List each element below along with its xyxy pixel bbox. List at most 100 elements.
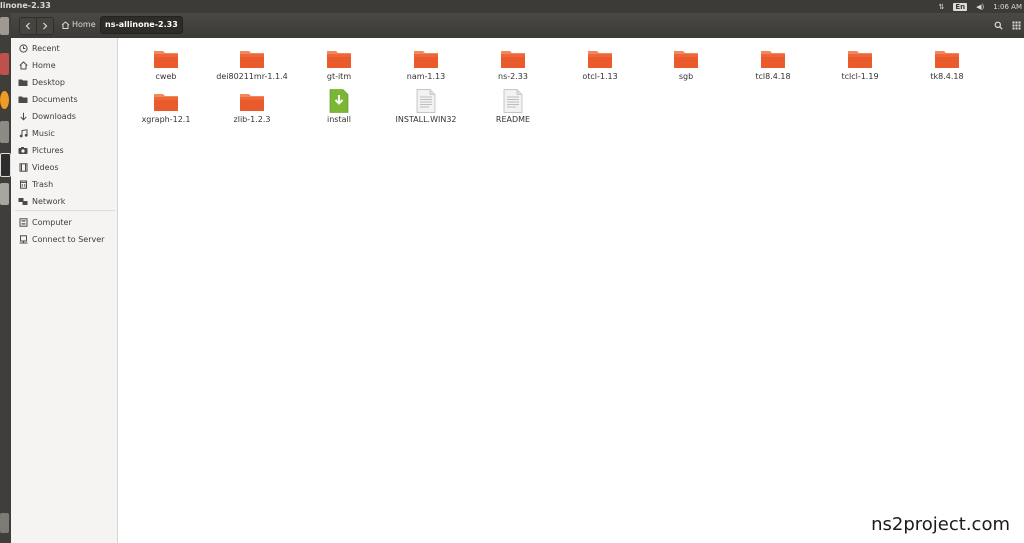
grid-icon xyxy=(1012,21,1020,29)
folder-icon xyxy=(414,51,438,68)
terminal-launcher-icon[interactable] xyxy=(0,153,11,177)
file-name-label: nam-1.13 xyxy=(406,72,446,81)
forward-button[interactable] xyxy=(36,17,54,35)
folder-item[interactable]: zlib-1.2.3 xyxy=(208,89,296,124)
sidebar-item-label: Computer xyxy=(32,217,72,227)
breadcrumb-current[interactable]: ns-allinone-2.33 xyxy=(100,16,183,34)
indicator-area: ⇅ En ◀) 1:06 AM xyxy=(938,0,1024,13)
volume-indicator-icon[interactable]: ◀) xyxy=(976,3,984,11)
file-name-label: dei80211mr-1.1.4 xyxy=(216,72,288,81)
sidebar-item-music[interactable]: Music xyxy=(11,126,117,140)
file-name-label: xgraph-12.1 xyxy=(141,115,191,124)
sidebar-item-recent[interactable]: Recent xyxy=(11,41,117,55)
sidebar-item-label: Recent xyxy=(32,43,60,53)
header-bar: Home ns-allinone-2.33 xyxy=(11,13,1024,39)
sidebar-item-label: Downloads xyxy=(32,111,76,121)
home-icon xyxy=(61,21,70,29)
executable-file-icon xyxy=(329,89,349,113)
folder-item[interactable]: tk8.4.18 xyxy=(903,46,991,81)
view-menu-button[interactable] xyxy=(1008,17,1024,33)
sidebar-item-home[interactable]: Home xyxy=(11,58,117,72)
sidebar-item-network[interactable]: Network xyxy=(11,194,117,208)
desktop-icon xyxy=(17,78,29,87)
file-item[interactable]: install xyxy=(295,89,383,124)
breadcrumb-home-label: Home xyxy=(72,20,96,29)
folder-icon xyxy=(327,51,351,68)
text-file-icon xyxy=(416,89,436,113)
firefox-launcher-icon[interactable] xyxy=(0,91,9,109)
window-title: linone-2.33 xyxy=(0,1,51,10)
network-icon xyxy=(17,197,29,206)
settings-launcher-icon[interactable] xyxy=(0,121,9,143)
folder-item[interactable]: cweb xyxy=(122,46,210,81)
back-button[interactable] xyxy=(19,17,37,35)
folder-icon xyxy=(154,94,178,111)
folder-icon xyxy=(240,94,264,111)
folder-item[interactable]: otcl-1.13 xyxy=(556,46,644,81)
sidebar-item-desktop[interactable]: Desktop xyxy=(11,75,117,89)
folder-item[interactable]: nam-1.13 xyxy=(382,46,470,81)
folder-icon xyxy=(240,51,264,68)
software-launcher-icon[interactable] xyxy=(0,183,9,205)
trash-launcher-icon[interactable] xyxy=(0,513,9,533)
folder-item[interactable]: tcl8.4.18 xyxy=(729,46,817,81)
sidebar-item-pictures[interactable]: Pictures xyxy=(11,143,117,157)
sidebar-item-trash[interactable]: Trash xyxy=(11,177,117,191)
top-panel: linone-2.33 ⇅ En ◀) 1:06 AM xyxy=(0,0,1024,13)
sidebar: Recent Home Desktop Documents Downloads … xyxy=(11,38,118,543)
clock-indicator[interactable]: 1:06 AM xyxy=(993,3,1022,11)
clock-icon xyxy=(17,43,29,53)
sidebar-item-videos[interactable]: Videos xyxy=(11,160,117,174)
file-name-label: tclcl-1.19 xyxy=(841,72,879,81)
folder-item[interactable]: gt-itm xyxy=(295,46,383,81)
file-item[interactable]: INSTALL.WIN32 xyxy=(382,89,470,124)
sidebar-item-documents[interactable]: Documents xyxy=(11,92,117,106)
network-indicator-icon[interactable]: ⇅ xyxy=(938,3,944,11)
folder-icon xyxy=(154,51,178,68)
server-icon xyxy=(17,234,29,244)
sidebar-item-label: Music xyxy=(32,128,55,138)
folder-icon xyxy=(674,51,698,68)
file-name-label: cweb xyxy=(155,72,177,81)
sidebar-item-label: Network xyxy=(32,196,66,206)
keyboard-layout-indicator[interactable]: En xyxy=(953,2,968,11)
folder-item[interactable]: ns-2.33 xyxy=(469,46,557,81)
folder-item[interactable]: dei80211mr-1.1.4 xyxy=(208,46,296,81)
breadcrumb-home[interactable]: Home xyxy=(57,17,100,33)
folder-item[interactable]: sgb xyxy=(642,46,730,81)
sidebar-item-label: Home xyxy=(32,60,56,70)
chevron-left-icon xyxy=(25,22,30,30)
sidebar-item-computer[interactable]: Computer xyxy=(11,215,117,229)
search-icon xyxy=(994,21,1003,30)
sidebar-item-label: Videos xyxy=(32,162,59,172)
sidebar-item-label: Pictures xyxy=(32,145,64,155)
launcher xyxy=(0,13,11,543)
chevron-right-icon xyxy=(43,22,48,30)
folder-item[interactable]: tclcl-1.19 xyxy=(816,46,904,81)
watermark: ns2project.com xyxy=(871,514,1010,535)
files-launcher-icon[interactable] xyxy=(0,17,9,35)
search-button[interactable] xyxy=(990,17,1006,33)
folder-icon xyxy=(588,51,612,68)
file-name-label: INSTALL.WIN32 xyxy=(395,115,457,124)
file-name-label: tk8.4.18 xyxy=(930,72,964,81)
folder-item[interactable]: xgraph-12.1 xyxy=(122,89,210,124)
folder-icon xyxy=(935,51,959,68)
sidebar-divider xyxy=(15,210,115,211)
file-name-label: otcl-1.13 xyxy=(582,72,618,81)
sidebar-item-label: Desktop xyxy=(32,77,65,87)
file-item[interactable]: README xyxy=(469,89,557,124)
file-name-label: sgb xyxy=(678,72,694,81)
folder-icon xyxy=(501,51,525,68)
sidebar-item-connect-to-server[interactable]: Connect to Server xyxy=(11,232,117,246)
file-name-label: ns-2.33 xyxy=(498,72,528,81)
videos-icon xyxy=(17,162,29,172)
sidebar-item-downloads[interactable]: Downloads xyxy=(11,109,117,123)
app-launcher-icon[interactable] xyxy=(0,53,9,75)
file-icon-view[interactable]: cweb dei80211mr-1.1.4 gt-itm nam-1.13 ns-2.3… xyxy=(118,38,1024,543)
folder-icon xyxy=(761,51,785,68)
sidebar-item-label: Connect to Server xyxy=(32,234,105,244)
computer-icon xyxy=(17,217,29,227)
trash-icon xyxy=(17,180,29,189)
file-name-label: zlib-1.2.3 xyxy=(233,115,271,124)
